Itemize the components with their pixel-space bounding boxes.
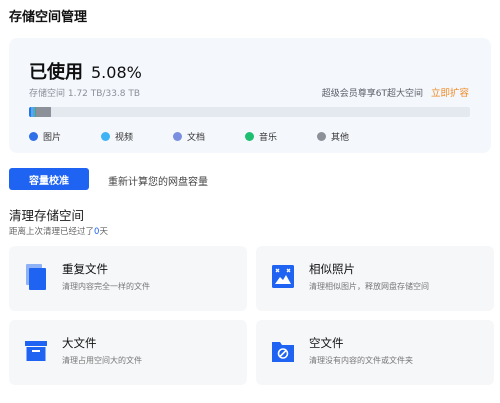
usage-bar — [29, 107, 470, 117]
tool-title: 相似照片 — [309, 262, 355, 276]
legend-dot — [173, 132, 182, 141]
tool-description: 清理占用空间大的文件 — [62, 356, 142, 365]
legend-item-videos: 视频 — [101, 130, 173, 143]
space-info: 存储空间 1.72 TB/33.8 TB — [29, 89, 141, 99]
legend-item-other: 其他 — [317, 130, 349, 143]
clean-section-title: 清理存储空间 — [9, 208, 85, 223]
last-clean-prefix: 距离上次清理已经过了 — [9, 227, 95, 237]
legend-label: 音乐 — [259, 133, 278, 143]
empty-files-icon — [271, 337, 295, 365]
usage-headline: 已使用 5.08% — [29, 58, 142, 84]
last-clean-info: 距离上次清理已经过了0天 — [9, 225, 108, 237]
legend-label: 图片 — [43, 133, 62, 143]
legend-dot — [101, 132, 110, 141]
calibration-description: 重新计算您的网盘容量 — [108, 177, 208, 188]
large-files-icon — [24, 337, 48, 365]
tool-description: 清理没有内容的文件或文件夹 — [309, 356, 413, 365]
storage-summary-card: 已使用 5.08% 存储空间 1.72 TB/33.8 TB 超级会员尊享6T超… — [9, 38, 491, 153]
legend-label: 其他 — [331, 133, 350, 143]
legend-label: 视频 — [115, 133, 134, 143]
vip-note: 超级会员尊享6T超大空间 — [321, 89, 423, 99]
tool-description: 清理相似图片，释放网盘存储空间 — [309, 282, 429, 291]
legend-item-documents: 文档 — [173, 130, 245, 143]
tool-title: 大文件 — [62, 336, 97, 350]
legend-item-music: 音乐 — [245, 130, 317, 143]
large-files-card[interactable]: 大文件 清理占用空间大的文件 — [9, 320, 247, 385]
used-percent: 5.08% — [91, 63, 142, 82]
tool-title: 空文件 — [309, 336, 344, 350]
page-title: 存储空间管理 — [9, 10, 88, 25]
usage-legend: 图片 视频 文档 音乐 其他 — [29, 130, 385, 143]
tool-title: 重复文件 — [62, 262, 108, 276]
legend-item-pictures: 图片 — [29, 130, 101, 143]
legend-dot — [317, 132, 326, 141]
similar-photos-card[interactable]: 相似照片 清理相似图片，释放网盘存储空间 — [256, 246, 494, 311]
capacity-calibration-button[interactable]: 容量校准 — [9, 168, 89, 190]
legend-dot — [29, 132, 38, 141]
similar-photos-icon — [271, 263, 295, 291]
expand-storage-link[interactable]: 立即扩容 — [431, 85, 469, 99]
usage-segment-other — [36, 107, 52, 117]
legend-dot — [245, 132, 254, 141]
last-clean-suffix: 天 — [99, 227, 108, 237]
duplicate-files-card[interactable]: 重复文件 清理内容完全一样的文件 — [9, 246, 247, 311]
duplicate-files-icon — [24, 263, 48, 291]
tool-description: 清理内容完全一样的文件 — [62, 282, 150, 291]
legend-label: 文档 — [187, 133, 206, 143]
used-label: 已使用 — [29, 62, 83, 83]
empty-files-card[interactable]: 空文件 清理没有内容的文件或文件夹 — [256, 320, 494, 385]
